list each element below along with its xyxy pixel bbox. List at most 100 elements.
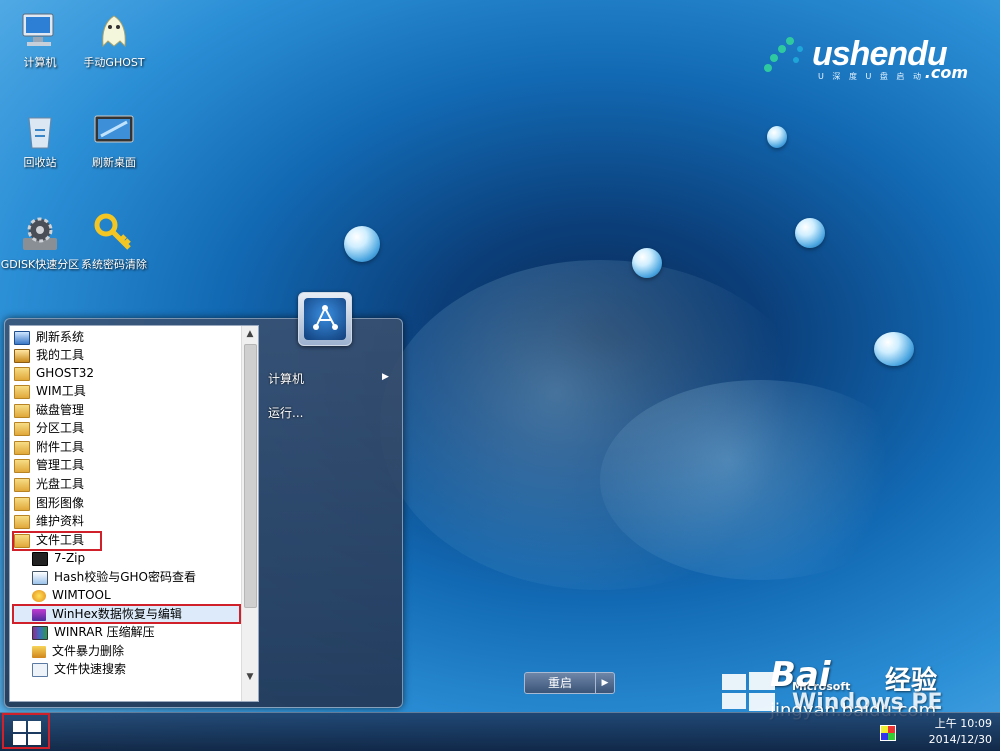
- logo-subtitle: U 深 度 U 盘 启 动: [818, 72, 924, 81]
- menu-item-label: 维护资料: [36, 514, 85, 528]
- menu-item-label: GHOST32: [36, 366, 94, 380]
- refresh-desktop-icon: [93, 110, 135, 152]
- menu-item-wimtool[interactable]: WIMTOOL: [32, 586, 111, 604]
- desktop-icon-manual-ghost[interactable]: 手动GHOST: [74, 10, 154, 70]
- recycle-bin-icon: [19, 110, 61, 152]
- menu-item-label: 光盘工具: [36, 477, 85, 491]
- watermark-baidu: Bai: [770, 655, 831, 695]
- desktop-icon-label: 回收站: [23, 156, 57, 169]
- clock[interactable]: 上午 10:09 2014/12/30: [929, 716, 992, 748]
- menu-item-label: 磁盘管理: [36, 403, 85, 417]
- water-splash-2: [600, 380, 920, 580]
- menu-item-label: WIM工具: [36, 384, 86, 398]
- menu-item-label: WINRAR 压缩解压: [54, 625, 155, 639]
- desktop-icon-label: 系统密码清除: [81, 258, 147, 271]
- winrar-icon: [32, 625, 48, 640]
- menu-item-refresh-system[interactable]: 刷新系统: [14, 328, 84, 346]
- folder-icon: [14, 384, 30, 399]
- menu-item-graphics[interactable]: 图形图像: [14, 494, 84, 512]
- start-menu-right-pane: 计算机 ▶ 运行... 重启 ▶: [265, 319, 615, 707]
- toolbox-icon: [14, 348, 30, 363]
- right-item-run[interactable]: 运行...: [268, 404, 303, 421]
- menu-item-partition-tools[interactable]: 分区工具: [14, 419, 84, 437]
- folder-icon: [14, 458, 30, 473]
- menu-item-accessories[interactable]: 附件工具: [14, 438, 84, 456]
- desktop-icon-label: GDISK快速分区: [0, 258, 80, 271]
- desktop-icon-computer[interactable]: 计算机: [0, 10, 80, 70]
- menu-item-my-tools[interactable]: 我的工具: [14, 346, 84, 364]
- menu-item-label: 文件暴力删除: [52, 644, 125, 658]
- folder-icon: [14, 514, 30, 529]
- user-picture: [298, 292, 352, 346]
- folder-icon: [14, 421, 30, 436]
- menu-item-maintenance-docs[interactable]: 维护资料: [14, 512, 84, 530]
- water-drop: [344, 226, 380, 262]
- file-tools-highlight: [12, 531, 102, 551]
- computer-icon: [19, 10, 61, 52]
- windows-logo-icon: [28, 734, 41, 745]
- ghost-icon: [93, 10, 135, 52]
- menu-item-label: Hash校验与GHO密码查看: [54, 570, 197, 584]
- menu-item-wim-tools[interactable]: WIM工具: [14, 382, 86, 400]
- windows-logo-icon: [28, 721, 41, 732]
- water-drop: [874, 332, 914, 366]
- menu-item-7zip[interactable]: 7-Zip: [32, 549, 85, 567]
- restart-button[interactable]: 重启: [524, 672, 596, 694]
- logo-dotcom: .com: [924, 63, 968, 82]
- force-delete-icon: [32, 645, 46, 658]
- winhex-highlight: [12, 604, 241, 624]
- scroll-thumb[interactable]: [244, 344, 257, 608]
- start-button[interactable]: [2, 713, 50, 749]
- water-drop: [632, 248, 662, 278]
- folder-icon: [14, 440, 30, 455]
- desktop-icon-label: 手动GHOST: [83, 56, 145, 69]
- menu-item-label: 刷新系统: [36, 330, 85, 344]
- menu-item-hash-check[interactable]: Hash校验与GHO密码查看: [32, 568, 196, 586]
- clock-time: 上午 10:09: [934, 717, 992, 730]
- menu-item-label: 分区工具: [36, 421, 85, 435]
- menu-item-label: 文件快速搜索: [54, 662, 127, 676]
- right-item-computer[interactable]: 计算机: [268, 370, 304, 387]
- windows-logo-icon: [13, 734, 26, 745]
- menu-item-disc-tools[interactable]: 光盘工具: [14, 475, 84, 493]
- search-icon: [32, 662, 48, 677]
- folder-icon: [14, 477, 30, 492]
- watermark-jingyan: 经验: [885, 666, 938, 696]
- desktop-icon-gdisk[interactable]: GDISK快速分区: [0, 212, 80, 272]
- programs-list[interactable]: 刷新系统 我的工具 GHOST32 WIM工具 磁盘管理 分区工具 附件工具 管…: [9, 325, 259, 702]
- menu-item-label: 附件工具: [36, 440, 85, 454]
- start-menu: 刷新系统 我的工具 GHOST32 WIM工具 磁盘管理 分区工具 附件工具 管…: [4, 318, 615, 708]
- windows-logo-icon: [13, 721, 26, 732]
- tray-display-icon[interactable]: [880, 725, 896, 741]
- monitor-icon: [14, 330, 30, 345]
- menu-item-file-search[interactable]: 文件快速搜索: [32, 660, 126, 678]
- menu-item-label: WIMTOOL: [52, 588, 111, 602]
- menu-item-force-delete[interactable]: 文件暴力删除: [32, 642, 124, 660]
- water-drop: [795, 218, 825, 248]
- desktop-icon-recycle-bin[interactable]: 回收站: [0, 110, 80, 170]
- ushendu-logo: ushendu .com U 深 度 U 盘 启 动: [760, 35, 980, 85]
- key-icon: [93, 212, 135, 254]
- programs-scrollbar[interactable]: ▲ ▼: [241, 326, 258, 701]
- desktop-icon-refresh-desktop[interactable]: 刷新桌面: [74, 110, 154, 170]
- hash-icon: [32, 570, 48, 585]
- menu-item-winrar[interactable]: WINRAR 压缩解压: [32, 623, 155, 641]
- desktop-icon-password-clear[interactable]: 系统密码清除: [74, 212, 154, 272]
- restart-options-arrow-icon[interactable]: ▶: [595, 672, 615, 694]
- scroll-down-arrow-icon[interactable]: ▼: [242, 669, 258, 685]
- menu-item-label: 管理工具: [36, 458, 85, 472]
- submenu-arrow-icon: ▶: [382, 372, 389, 382]
- scroll-up-arrow-icon[interactable]: ▲: [242, 326, 258, 342]
- user-picture-image: [304, 298, 346, 340]
- windows-logo-icon: [722, 672, 775, 711]
- menu-item-disk-management[interactable]: 磁盘管理: [14, 401, 84, 419]
- menu-item-ghost32[interactable]: GHOST32: [14, 364, 94, 382]
- menu-item-label: 我的工具: [36, 348, 85, 362]
- folder-icon: [14, 496, 30, 511]
- desktop-icon-label: 刷新桌面: [92, 156, 136, 169]
- wimtool-icon: [32, 589, 46, 602]
- menu-item-admin-tools[interactable]: 管理工具: [14, 456, 84, 474]
- taskbar: 上午 10:09 2014/12/30: [0, 712, 1000, 751]
- folder-icon: [14, 366, 30, 381]
- logo-mark-icon: [764, 37, 803, 72]
